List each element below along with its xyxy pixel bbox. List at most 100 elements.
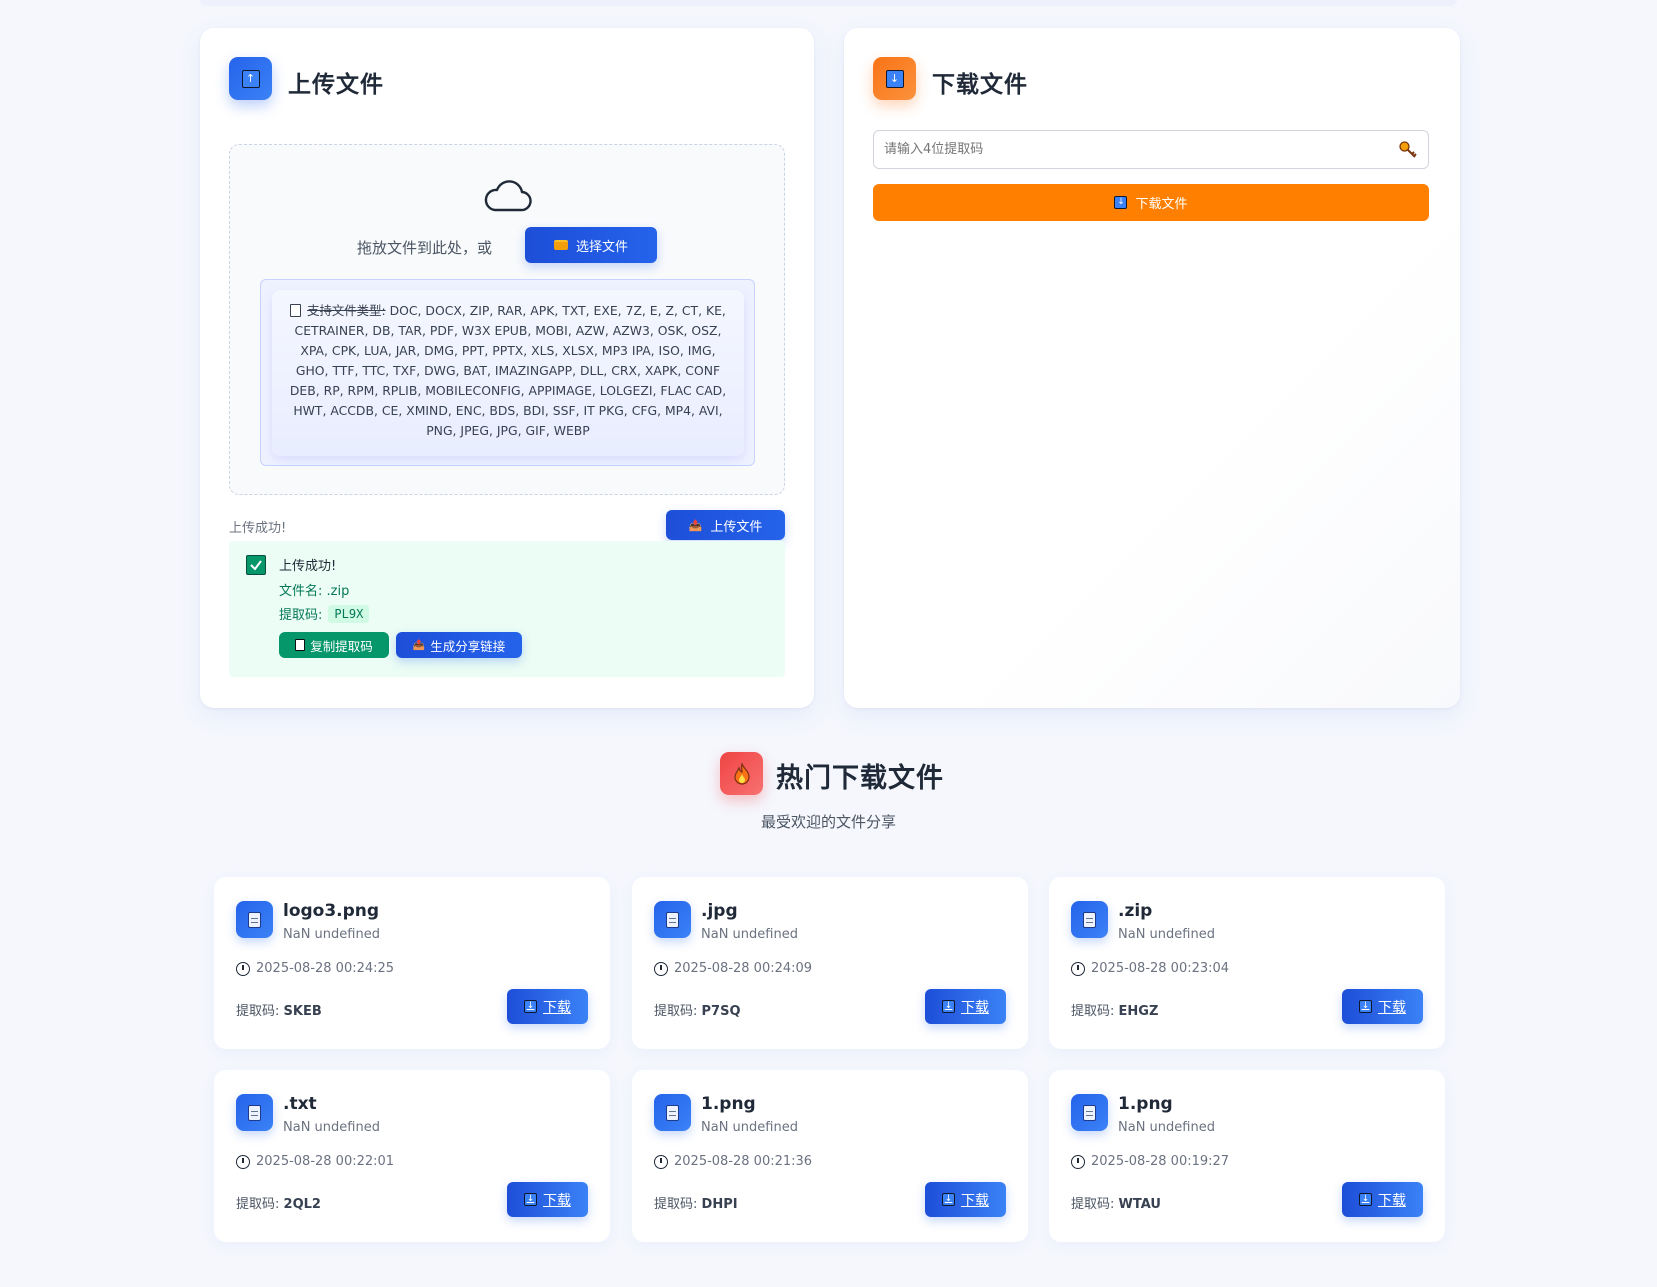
share-link-button[interactable]: 📤 生成分享链接 — [396, 632, 522, 658]
hot-file-card: .txt NaN undefined 2025-08-28 00:22:01 提取码:… — [214, 1070, 610, 1242]
file-time: 2025-08-28 00:19:27 — [1091, 1154, 1230, 1169]
file-size: NaN undefined — [701, 927, 798, 942]
upload-title: 上传文件 — [288, 72, 384, 98]
file-time-row: 2025-08-28 00:24:09 — [654, 961, 812, 976]
file-name: logo3.png — [283, 901, 380, 921]
file-code-row: 提取码: SKEB — [236, 1000, 322, 1019]
document-icon — [666, 911, 679, 928]
result-filename-label: 文件名: — [279, 584, 323, 599]
file-code-row: 提取码: EHGZ — [1071, 1000, 1158, 1019]
file-download-button[interactable]: ↓ 下载 — [507, 1182, 588, 1217]
result-title: 上传成功! — [279, 559, 337, 574]
file-code-row: 提取码: 2QL2 — [236, 1193, 321, 1212]
file-time-row: 2025-08-28 00:24:25 — [236, 961, 394, 976]
document-icon — [1083, 911, 1096, 928]
file-download-label: 下载 — [1378, 999, 1406, 1016]
file-code-label: 提取码: — [236, 1004, 280, 1019]
file-size: NaN undefined — [701, 1120, 798, 1135]
download-file-button[interactable]: ↓ 下载文件 — [873, 184, 1429, 221]
upload-arrow-icon: ↑ — [241, 69, 260, 88]
document-icon — [666, 1104, 679, 1121]
result-code-label: 提取码: — [279, 608, 323, 623]
file-download-button[interactable]: ↓ 下载 — [925, 989, 1006, 1024]
result-filename-row: 文件名: .zip — [279, 580, 349, 599]
download-button-icon: ↓ — [524, 1000, 537, 1013]
download-header-icon: ↓ — [873, 57, 916, 100]
file-time: 2025-08-28 00:24:09 — [674, 961, 813, 976]
hot-header-icon — [720, 752, 763, 795]
file-download-button[interactable]: ↓ 下载 — [1342, 1182, 1423, 1217]
types-inner: 支持文件类型: DOC, DOCX, ZIP, RAR, APK, TXT, E… — [272, 290, 744, 456]
file-icon — [1071, 901, 1108, 938]
upload-tray-icon: 📤 — [688, 518, 703, 532]
select-file-button[interactable]: 选择文件 — [525, 227, 657, 263]
file-code-row: 提取码: DHPI — [654, 1193, 738, 1212]
clock-icon — [1071, 1154, 1085, 1169]
file-time: 2025-08-28 00:21:36 — [674, 1154, 813, 1169]
file-download-label: 下载 — [961, 999, 989, 1016]
file-code-label: 提取码: — [654, 1004, 698, 1019]
file-size: NaN undefined — [1118, 1120, 1215, 1135]
result-filename: .zip — [326, 584, 350, 599]
download-button-icon: ↓ — [1359, 1000, 1372, 1013]
file-name: .txt — [283, 1094, 317, 1114]
file-code-label: 提取码: — [236, 1197, 280, 1212]
file-code-row: 提取码: WTAU — [1071, 1193, 1161, 1212]
file-code: 2QL2 — [283, 1197, 321, 1212]
file-download-button[interactable]: ↓ 下载 — [925, 1182, 1006, 1217]
types-panel: 支持文件类型: DOC, DOCX, ZIP, RAR, APK, TXT, E… — [260, 279, 755, 466]
hot-file-card: 1.png NaN undefined 2025-08-28 00:19:27 提取码… — [1049, 1070, 1445, 1242]
copy-code-button[interactable]: 复制提取码 — [279, 632, 389, 658]
file-name: .jpg — [701, 901, 738, 921]
file-icon — [654, 1094, 691, 1131]
file-size: NaN undefined — [1118, 927, 1215, 942]
hot-file-card: .zip NaN undefined 2025-08-28 00:23:04 提取码:… — [1049, 877, 1445, 1049]
types-label: 支持文件类型: — [307, 303, 386, 318]
download-button-icon: ↓ — [524, 1193, 537, 1206]
result-code: PL9X — [328, 604, 370, 623]
file-download-button[interactable]: ↓ 下载 — [1342, 989, 1423, 1024]
file-icon — [654, 901, 691, 938]
download-button-icon: ↓ — [1114, 196, 1128, 209]
file-code: WTAU — [1118, 1197, 1161, 1212]
hot-subtitle: 最受欢迎的文件分享 — [760, 813, 896, 831]
download-button-icon: ↓ — [1359, 1193, 1372, 1206]
file-time: 2025-08-28 00:23:04 — [1091, 961, 1230, 976]
file-download-button[interactable]: ↓ 下载 — [507, 989, 588, 1024]
download-button-icon: ↓ — [942, 1193, 955, 1206]
clock-icon — [1071, 961, 1085, 976]
file-time: 2025-08-28 00:24:25 — [256, 961, 395, 976]
file-name: 1.png — [701, 1094, 756, 1114]
file-time-row: 2025-08-28 00:21:36 — [654, 1154, 812, 1169]
download-file-label: 下载文件 — [1135, 197, 1188, 212]
upload-file-button[interactable]: 📤 上传文件 — [666, 510, 785, 540]
document-icon — [1083, 1104, 1096, 1121]
upload-header-icon: ↑ — [229, 57, 272, 100]
download-button-icon: ↓ — [942, 1000, 955, 1013]
file-code: SKEB — [283, 1004, 322, 1019]
drop-zone[interactable]: 拖放文件到此处，或 选择文件 支持文件类型: DOC, DOCX, ZIP, R… — [229, 144, 785, 495]
document-icon — [248, 911, 261, 928]
extract-code-input[interactable] — [884, 131, 1384, 168]
file-download-label: 下载 — [1378, 1192, 1406, 1209]
file-code: EHGZ — [1118, 1004, 1159, 1019]
file-icon — [1071, 1094, 1108, 1131]
clock-icon — [236, 961, 250, 976]
file-code-row: 提取码: P7SQ — [654, 1000, 741, 1019]
file-code: P7SQ — [701, 1004, 741, 1019]
types-list: DOC, DOCX, ZIP, RAR, APK, TXT, EXE, 7Z, … — [289, 303, 727, 438]
upload-file-label: 上传文件 — [710, 519, 763, 535]
check-icon — [246, 555, 266, 575]
upload-result-box: 上传成功! 文件名: .zip 提取码: PL9X 复制提取码 📤 生成分享链接 — [229, 541, 785, 677]
file-time-row: 2025-08-28 00:22:01 — [236, 1154, 394, 1169]
file-size: NaN undefined — [283, 1120, 380, 1135]
download-card: ↓ 下载文件 ↓ 下载文件 — [844, 28, 1460, 708]
drop-text: 拖放文件到此处，或 — [357, 239, 493, 257]
upload-status-text: 上传成功! — [229, 521, 287, 536]
hot-file-card: 1.png NaN undefined 2025-08-28 00:21:36 提取码… — [632, 1070, 1028, 1242]
file-name: 1.png — [1118, 1094, 1173, 1114]
file-size: NaN undefined — [283, 927, 380, 942]
key-icon — [1399, 141, 1417, 158]
file-icon — [236, 1094, 273, 1131]
document-icon — [248, 1104, 261, 1121]
